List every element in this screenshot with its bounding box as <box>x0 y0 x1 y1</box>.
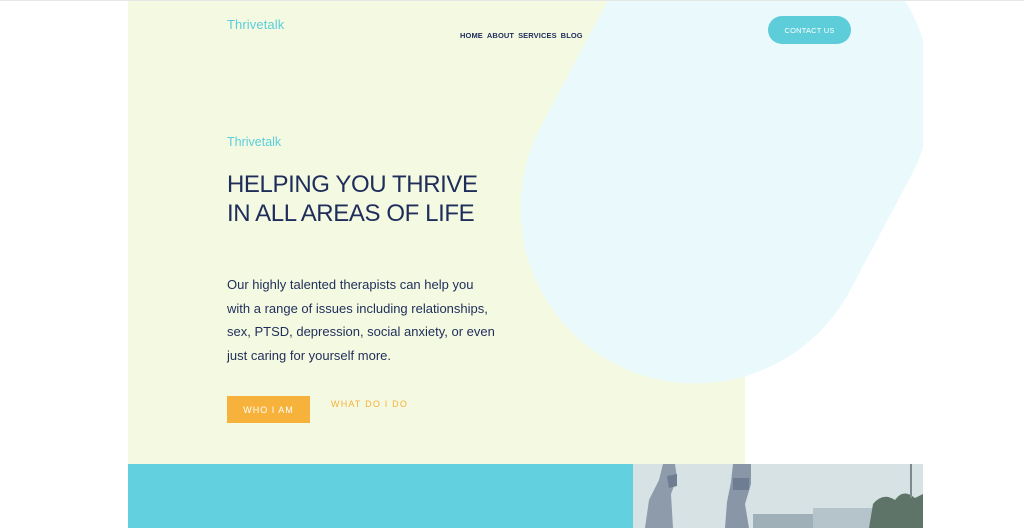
site-logo[interactable]: Thrivetalk <box>227 17 284 32</box>
nav-about[interactable]: ABOUT <box>487 31 514 40</box>
hero-photo <box>633 464 923 528</box>
headline-line-1: HELPING YOU THRIVE <box>227 171 478 198</box>
headline-line-2: IN ALL AREAS OF LIFE <box>227 200 475 227</box>
description-line-1: Our highly talented therapists can help … <box>227 277 474 292</box>
nav-services[interactable]: SERVICES <box>518 31 557 40</box>
section-band <box>128 464 633 528</box>
page: Thrivetalk HOME ABOUT SERVICES BLOG CONT… <box>128 1 923 528</box>
nav-blog[interactable]: BLOG <box>561 31 583 40</box>
description-line-3: sex, PTSD, depression, social anxiety, o… <box>227 324 495 339</box>
nav-home[interactable]: HOME <box>460 31 483 40</box>
description-line-4: just caring for yourself more. <box>227 347 392 363</box>
hero-eyebrow: Thrivetalk <box>227 135 282 149</box>
hero-headline: HELPING YOU THRIVE IN ALL AREAS OF LIFE <box>227 170 527 228</box>
photo-illustration <box>633 464 923 528</box>
main-nav: HOME ABOUT SERVICES BLOG <box>460 31 583 40</box>
what-do-i-do-link[interactable]: WHAT DO I DO <box>331 399 408 409</box>
contact-us-button[interactable]: CONTACT US <box>768 16 851 44</box>
who-i-am-button[interactable]: WHO I AM <box>227 396 310 423</box>
description-line-2: with a range of issues including relatio… <box>227 300 488 316</box>
hero-description: Our highly talented therapists can help … <box>227 273 507 367</box>
